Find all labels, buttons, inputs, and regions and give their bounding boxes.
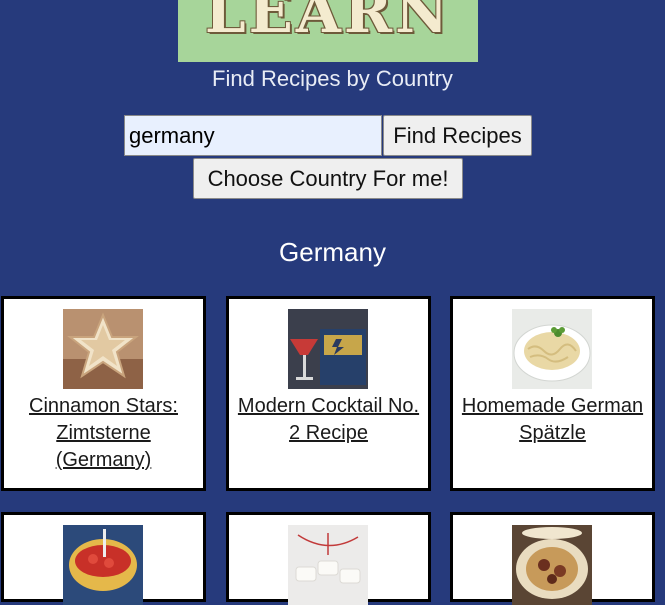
recipe-link[interactable]: Modern Cocktail No. 2 Recipe [235,393,422,447]
star-cookie-image[interactable] [63,309,143,389]
recipe-card[interactable] [226,512,431,605]
logo-text: LEARN [204,0,452,46]
country-search-input[interactable] [124,115,382,156]
recipe-link[interactable]: Cinnamon Stars: Zimtsterne (Germany) [10,393,197,474]
recipe-card[interactable]: Cinnamon Stars: Zimtsterne (Germany) [1,296,206,491]
recipe-card[interactable] [450,512,655,605]
country-heading: Germany [279,237,386,267]
page-subtitle: Find Recipes by Country [212,66,453,91]
choose-country-button[interactable]: Choose Country For me! [193,158,463,199]
recipe-link[interactable]: Homemade German Spätzle [459,393,646,447]
recipe-card[interactable]: Modern Cocktail No. 2 Recipe [226,296,431,491]
site-logo: LEARN [178,0,478,62]
red-dessert-cup-image[interactable] [63,525,143,605]
find-recipes-button[interactable]: Find Recipes [383,115,532,156]
white-cookies-twine-image[interactable] [288,525,368,605]
cocktail-glass-image[interactable] [288,309,368,389]
tart-dish-image[interactable] [512,525,592,605]
recipe-card[interactable]: Homemade German Spätzle [450,296,655,491]
recipe-card[interactable] [1,512,206,605]
spaetzle-plate-image[interactable] [512,309,592,389]
